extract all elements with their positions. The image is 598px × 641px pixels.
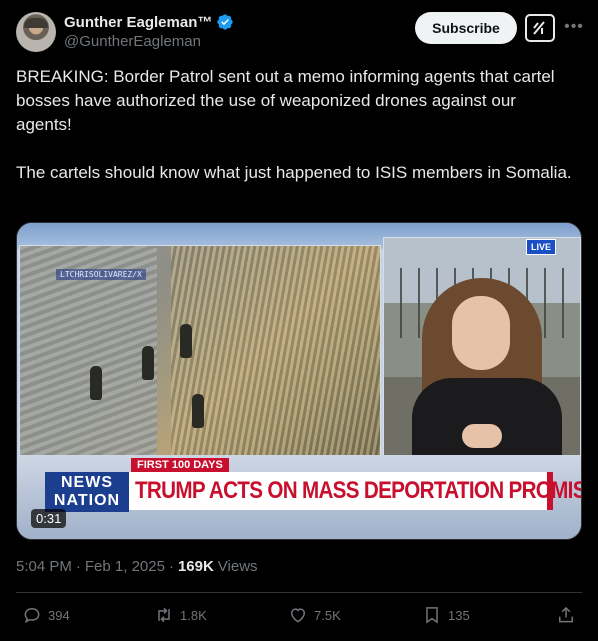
network-logo-line2: NATION [53, 492, 121, 509]
news-headline: TRUMP ACTS ON MASS DEPORTATION PROMISE [135, 477, 582, 504]
video-duration: 0:31 [31, 509, 67, 528]
meta-separator: · [168, 558, 174, 575]
drone-footage: LTCHRISOLIVAREZ/X [19, 245, 381, 471]
bookmark-icon [426, 607, 438, 624]
reply-button[interactable]: 394 [22, 605, 70, 625]
post-date[interactable]: Feb 1, 2025 [85, 558, 165, 575]
tweet-meta: 5:04 PM · Feb 1, 2025 · 169K Views [16, 558, 258, 575]
live-badge: LIVE [526, 239, 557, 255]
verified-badge-icon [217, 14, 234, 30]
action-bar: 394 1.8K 7.5K 135 [16, 605, 582, 629]
reply-count: 394 [48, 607, 70, 623]
views-label: Views [217, 558, 258, 575]
heart-icon [290, 608, 306, 623]
headline-bar: TRUMP ACTS ON MASS DEPORTATION PROMISE [129, 472, 581, 510]
person-figure [142, 346, 154, 380]
repost-count: 1.8K [180, 607, 207, 623]
person-figure [90, 366, 102, 400]
views-count: 169K [177, 558, 214, 575]
person-figure [180, 324, 192, 358]
grok-glyph-icon [533, 21, 545, 35]
video-player[interactable]: LTCHRISOLIVAREZ/X LIVE FIRST 100 DAYS NE… [16, 222, 582, 540]
divider [16, 592, 582, 593]
reply-icon [24, 607, 40, 624]
bookmark-count: 135 [448, 607, 470, 623]
network-logo: NEWS NATION [45, 472, 129, 512]
repost-icon [158, 607, 170, 623]
handle[interactable]: @GuntherEagleman [64, 33, 201, 50]
share-icon [559, 606, 573, 623]
segment-tag: FIRST 100 DAYS [131, 458, 229, 472]
tweet-text: BREAKING: Border Patrol sent out a memo … [16, 67, 572, 182]
reporter-feed [383, 237, 581, 471]
grok-icon[interactable] [525, 14, 555, 42]
avatar[interactable] [16, 12, 56, 52]
person-figure [192, 394, 204, 428]
meta-separator: · [75, 558, 81, 575]
share-button[interactable] [556, 605, 576, 625]
network-logo-line1: NEWS [61, 474, 113, 491]
name-row: Gunther Eagleman™ [64, 13, 234, 31]
bookmark-button[interactable]: 135 [422, 605, 470, 625]
more-icon[interactable]: ••• [564, 17, 584, 37]
post-time[interactable]: 5:04 PM [16, 558, 72, 575]
reporter-face [452, 296, 510, 370]
tweet-header: Gunther Eagleman™ @GuntherEagleman Subsc… [16, 12, 584, 54]
subscribe-button[interactable]: Subscribe [415, 12, 517, 44]
like-button[interactable]: 7.5K [288, 605, 341, 625]
like-count: 7.5K [314, 607, 341, 623]
repost-button[interactable]: 1.8K [154, 605, 207, 625]
reporter-hands [462, 424, 502, 448]
news-lower-third: FIRST 100 DAYS NEWS NATION TRUMP ACTS ON… [17, 455, 581, 539]
grass-area [171, 246, 380, 470]
display-name[interactable]: Gunther Eagleman™ [64, 14, 212, 31]
video-watermark: LTCHRISOLIVAREZ/X [56, 269, 146, 280]
